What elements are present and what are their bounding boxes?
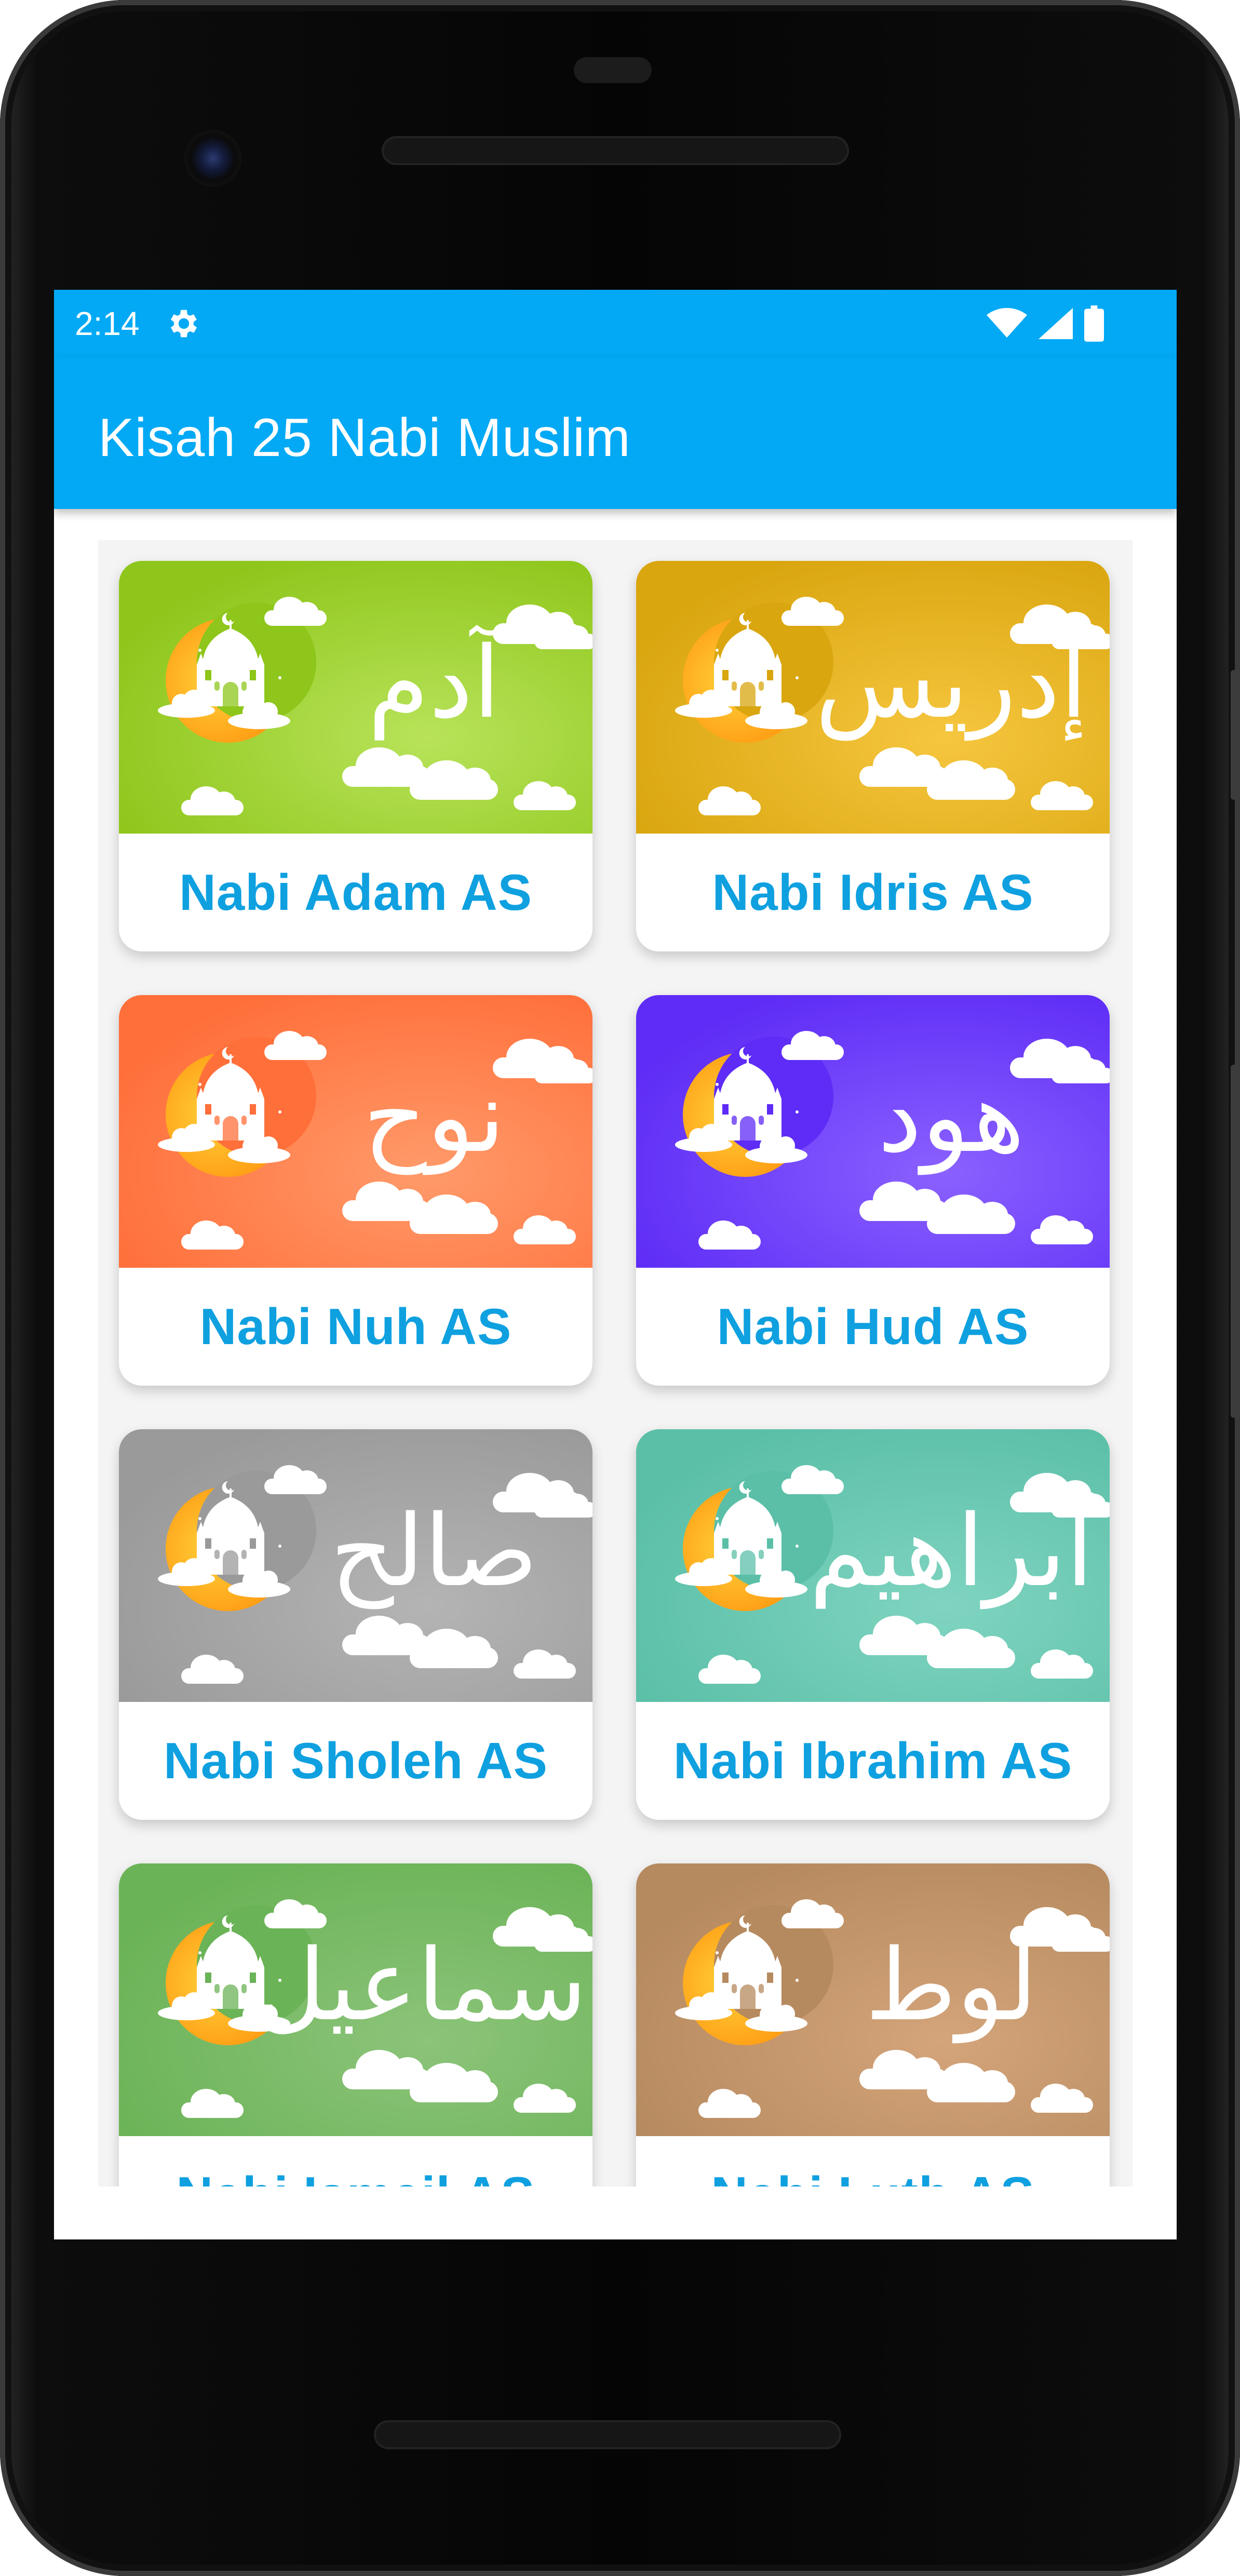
prophet-label: Nabi Adam AS xyxy=(179,864,532,921)
prophet-arabic-name: آدم xyxy=(368,625,501,740)
prophet-card[interactable]: آدم Nabi Adam AS xyxy=(119,561,592,951)
screen: 2:14 Kisah 25 Nabi Muslim آدم Nabi Adam … xyxy=(54,290,1177,2239)
cloud-decoration xyxy=(181,1220,244,1250)
signal-icon xyxy=(1039,308,1073,339)
prophet-banner: آدم xyxy=(119,561,592,834)
cloud-decoration xyxy=(514,1215,576,1244)
prophet-card[interactable]: هود Nabi Hud AS xyxy=(636,995,1110,1386)
prophet-banner: إدريس xyxy=(636,561,1110,834)
status-icons xyxy=(987,305,1104,342)
cloud-decoration xyxy=(698,2089,761,2118)
prophet-banner: صالح xyxy=(119,1429,592,1702)
cloud-decoration xyxy=(698,1220,761,1250)
power-button xyxy=(1231,1065,1240,1418)
earpiece xyxy=(574,57,652,83)
cloud-decoration xyxy=(698,1655,761,1684)
prophet-label: Nabi Sholeh AS xyxy=(163,1732,548,1789)
cloud-decoration xyxy=(1031,781,1093,810)
cloud-decoration xyxy=(181,786,244,815)
cloud-decoration xyxy=(514,781,576,810)
bottom-speaker xyxy=(374,2420,841,2449)
prophet-banner: هود xyxy=(636,995,1110,1268)
top-speaker xyxy=(382,136,849,165)
prophet-arabic-name: نوح xyxy=(363,1059,505,1174)
prophet-banner: ابراهيم xyxy=(636,1429,1110,1702)
cloud-decoration xyxy=(859,747,948,787)
prophet-label: Nabi Ibrahim AS xyxy=(673,1732,1073,1789)
cloud-decoration xyxy=(1031,2084,1093,2113)
phone-frame: 2:14 Kisah 25 Nabi Muslim آدم Nabi Adam … xyxy=(0,0,1240,2576)
prophet-arabic-name: صالح xyxy=(330,1494,538,1608)
prophet-label: Nabi Nuh AS xyxy=(199,1298,512,1355)
cloud-decoration xyxy=(342,2050,430,2089)
prophet-banner: نوح xyxy=(119,995,592,1268)
prophet-label: Nabi Luth AS xyxy=(636,2136,1110,2186)
cloud-decoration xyxy=(859,1182,948,1221)
prophet-arabic-name: إدريس xyxy=(815,625,1088,740)
prophet-arabic-name: هود xyxy=(878,1059,1025,1174)
prophet-card[interactable]: ابراهيم Nabi Ibrahim AS xyxy=(636,1429,1110,1820)
prophet-label: Nabi Ismail AS xyxy=(119,2136,592,2186)
prophet-banner: لوط xyxy=(636,1863,1110,2136)
prophet-card[interactable]: صالح Nabi Sholeh AS xyxy=(119,1429,592,1820)
battery-icon xyxy=(1084,305,1104,342)
cloud-decoration xyxy=(181,2089,244,2118)
cloud-decoration xyxy=(342,1616,430,1655)
prophet-card[interactable]: لوط Nabi Luth AS xyxy=(636,1863,1110,2186)
cloud-decoration xyxy=(859,1616,948,1655)
cloud-decoration xyxy=(342,747,430,787)
cloud-decoration xyxy=(1031,1215,1093,1244)
volume-button xyxy=(1231,670,1240,800)
cloud-decoration xyxy=(1031,1649,1093,1679)
cloud-decoration xyxy=(181,1655,244,1684)
prophet-label: Nabi Hud AS xyxy=(717,1298,1029,1355)
wifi-icon xyxy=(987,308,1027,338)
app-bar: Kisah 25 Nabi Muslim xyxy=(54,357,1177,509)
gear-icon xyxy=(170,310,197,338)
status-bar: 2:14 xyxy=(54,290,1177,357)
cloud-decoration xyxy=(514,1649,576,1679)
prophet-arabic-name: ابراهيم xyxy=(809,1494,1094,1608)
prophet-banner: اسماعيل xyxy=(119,1863,592,2136)
prophet-card[interactable]: نوح Nabi Nuh AS xyxy=(119,995,592,1386)
cloud-decoration xyxy=(698,786,761,815)
status-time: 2:14 xyxy=(75,305,140,342)
cloud-decoration xyxy=(342,1182,430,1221)
prophet-card[interactable]: إدريس Nabi Idris AS xyxy=(636,561,1110,951)
prophet-card[interactable]: اسماعيل Nabi Ismail AS xyxy=(119,1863,592,2186)
prophet-arabic-name: اسماعيل xyxy=(253,1928,592,2043)
app-title: Kisah 25 Nabi Muslim xyxy=(98,408,631,468)
front-camera xyxy=(184,130,241,187)
prophet-label: Nabi Idris AS xyxy=(712,864,1034,921)
cloud-decoration xyxy=(859,2050,948,2089)
cloud-decoration xyxy=(514,2084,576,2113)
prophet-arabic-name: لوط xyxy=(865,1928,1037,2043)
content: آدم Nabi Adam AS إدريس Nabi Idris AS نوح Nabi… xyxy=(54,509,1177,2239)
prophet-grid: آدم Nabi Adam AS إدريس Nabi Idris AS نوح Nabi… xyxy=(98,540,1133,2186)
